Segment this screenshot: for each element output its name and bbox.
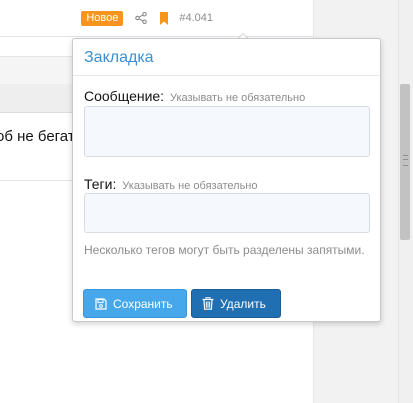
save-icon [95,297,107,310]
post-header-bar: Новое #4.041 [0,0,313,37]
new-badge: Новое [81,10,124,26]
message-hint: Указывать не обязательно [169,92,306,104]
popup-title: Закладка [84,49,154,66]
save-button-label: Сохранить [113,296,173,311]
tags-field[interactable] [84,193,370,233]
bookmark-popup: Закладка Сообщение: Указывать не обязате… [72,38,381,322]
message-field[interactable] [84,106,370,157]
post-meta: Новое #4.041 [81,9,213,27]
share-icon[interactable] [135,12,148,24]
tags-hint: Указывать не обязательно [122,180,258,192]
tags-explain: Несколько тегов могут быть разделены зап… [84,243,365,257]
scrollbar-grip-icon [403,155,408,166]
tags-label: Теги: [84,176,117,192]
trash-icon [202,297,214,310]
message-label: Сообщение: [84,88,165,104]
tags-label-row: Теги: Указывать не обязательно [84,176,258,192]
delete-button-label: Удалить [220,296,266,311]
message-label-row: Сообщение: Указывать не обязательно [84,88,305,104]
save-button[interactable]: Сохранить [83,289,187,318]
message-text: об не бегат [0,128,75,145]
post-number[interactable]: #4.041 [179,12,213,24]
delete-button[interactable]: Удалить [191,289,281,318]
divider [73,75,380,76]
bookmark-icon[interactable] [159,11,169,25]
